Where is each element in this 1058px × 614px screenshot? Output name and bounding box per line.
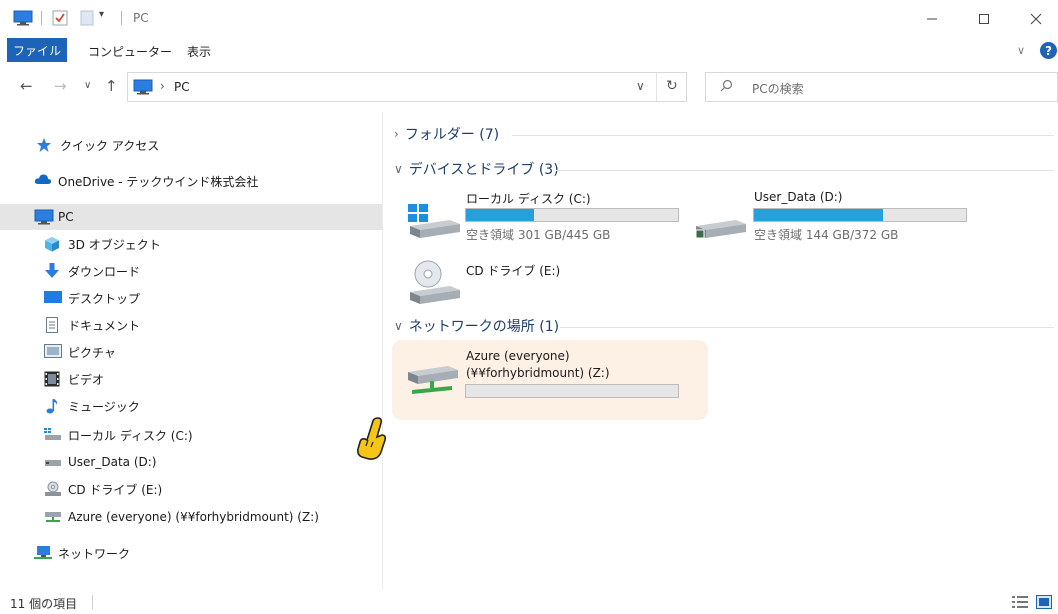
- search-icon: [720, 79, 733, 96]
- music-icon: [44, 398, 62, 414]
- drive-name: CD ドライブ (E:): [466, 264, 561, 278]
- drive-usage-bar: [753, 208, 967, 222]
- group-header-folders[interactable]: › フォルダー (7): [394, 124, 499, 144]
- cd-drive-icon: [406, 258, 462, 309]
- help-icon[interactable]: ?: [1040, 42, 1057, 59]
- sidebar-item-quick-access[interactable]: クイック アクセス: [0, 132, 382, 158]
- maximize-icon: [979, 14, 989, 24]
- divider: [560, 327, 1054, 328]
- star-icon: [36, 137, 54, 153]
- drive-free-space: 空き領域 144 GB/372 GB: [754, 228, 899, 242]
- status-bar: 11 個の項目: [0, 590, 1058, 614]
- drive-tile-d[interactable]: User_Data (D:) 空き領域 144 GB/372 GB: [692, 188, 992, 244]
- local-disk-icon: [44, 427, 62, 443]
- details-view-icon[interactable]: [1012, 595, 1028, 609]
- new-folder-icon[interactable]: [79, 10, 95, 29]
- search-input[interactable]: PCの検索: [752, 80, 804, 97]
- maximize-button[interactable]: [962, 0, 1006, 38]
- drive-usage-fill: [466, 209, 534, 221]
- close-button[interactable]: [1014, 0, 1058, 38]
- tab-file[interactable]: ファイル: [7, 38, 67, 62]
- sidebar-item-onedrive[interactable]: OneDrive - テックウインド株式会社: [0, 168, 382, 194]
- drive-name: ローカル ディスク (C:): [466, 192, 591, 206]
- drive-free-space: 空き領域 301 GB/445 GB: [466, 228, 611, 242]
- network-location-path: (¥¥forhybridmount) (Z:): [466, 366, 610, 380]
- sidebar-item-pictures[interactable]: ピクチャ: [0, 339, 382, 365]
- sidebar-item-user-data-d[interactable]: User_Data (D:): [0, 449, 382, 475]
- picture-icon: [44, 344, 62, 360]
- navigation-bar: ← → ∨ ↑ › PC ∨ ↻ PCの検索: [0, 68, 1058, 108]
- properties-icon[interactable]: [52, 10, 68, 29]
- download-icon: [44, 263, 62, 279]
- drive-icon: [692, 206, 748, 245]
- sidebar-item-3d-objects[interactable]: 3D オブジェクト: [0, 231, 382, 257]
- sidebar-item-network[interactable]: ネットワーク: [0, 540, 382, 566]
- chevron-down-icon: ∨: [394, 162, 403, 176]
- sidebar-item-azure-z[interactable]: Azure (everyone) (¥¥forhybridmount) (Z:): [0, 504, 382, 530]
- breadcrumb-pc[interactable]: PC: [174, 80, 190, 94]
- drive-tile-e[interactable]: CD ドライブ (E:): [406, 258, 606, 308]
- minimize-button[interactable]: [910, 0, 954, 38]
- sidebar-item-music[interactable]: ミュージック: [0, 393, 382, 419]
- document-icon: [44, 317, 62, 333]
- back-button[interactable]: ←: [20, 77, 33, 95]
- cube-icon: [44, 236, 62, 252]
- network-drive-icon: [404, 358, 460, 401]
- computer-icon: [34, 209, 54, 225]
- address-bar[interactable]: › PC ∨ ↻: [127, 72, 687, 102]
- computer-icon: [133, 79, 153, 98]
- ribbon: ファイル コンピューター 表示 ∨ ?: [0, 38, 1058, 64]
- chevron-down-icon: ∨: [394, 319, 403, 333]
- pointer-hand-icon: [354, 416, 388, 462]
- large-icons-view-icon[interactable]: [1036, 595, 1052, 609]
- refresh-button[interactable]: ↻: [666, 78, 678, 94]
- group-header-network[interactable]: ∨ ネットワークの場所 (1): [394, 316, 559, 336]
- search-box[interactable]: PCの検索: [705, 72, 1058, 102]
- minimize-icon: [927, 18, 937, 20]
- sidebar-item-desktop[interactable]: デスクトップ: [0, 285, 382, 311]
- network-location-tile[interactable]: Azure (everyone) (¥¥forhybridmount) (Z:): [392, 340, 708, 420]
- group-header-devices[interactable]: ∨ デバイスとドライブ (3): [394, 159, 559, 179]
- drive-usage-bar: [465, 384, 679, 398]
- cloud-icon: [34, 173, 52, 189]
- tab-computer[interactable]: コンピューター: [88, 43, 172, 60]
- drive-name: User_Data (D:): [754, 190, 843, 204]
- sidebar-item-videos[interactable]: ビデオ: [0, 366, 382, 392]
- recent-locations-button[interactable]: ∨: [84, 80, 91, 91]
- sidebar-item-local-disk-c[interactable]: ローカル ディスク (C:): [0, 422, 382, 448]
- expand-ribbon-icon[interactable]: ∨: [1017, 44, 1025, 57]
- drive-usage-bar: [465, 208, 679, 222]
- video-icon: [44, 371, 62, 387]
- local-disk-icon: [406, 200, 462, 243]
- sidebar-item-cd-drive-e[interactable]: CD ドライブ (E:): [0, 476, 382, 502]
- title-bar: ▾ PC: [0, 0, 1058, 38]
- up-button[interactable]: ↑: [105, 77, 118, 95]
- tab-view[interactable]: 表示: [187, 43, 211, 60]
- drive-icon: [44, 454, 62, 470]
- divider: [512, 135, 1054, 136]
- network-drive-icon: [44, 509, 62, 525]
- cd-drive-icon: [44, 481, 62, 497]
- close-icon: [1030, 13, 1042, 25]
- navigation-pane: クイック アクセス OneDrive - テックウインド株式会社 PC 3D オ…: [0, 112, 383, 590]
- sidebar-item-documents[interactable]: ドキュメント: [0, 312, 382, 338]
- divider: [556, 170, 1054, 171]
- customize-quick-access-icon[interactable]: ▾: [99, 9, 104, 20]
- drive-usage-fill: [754, 209, 884, 221]
- drive-tile-c[interactable]: ローカル ディスク (C:) 空き領域 301 GB/445 GB: [406, 188, 696, 244]
- window-title: PC: [133, 11, 149, 25]
- computer-icon[interactable]: [13, 10, 33, 29]
- sidebar-item-pc[interactable]: PC: [0, 204, 382, 230]
- breadcrumb-separator[interactable]: ›: [160, 79, 165, 93]
- sidebar-item-downloads[interactable]: ダウンロード: [0, 258, 382, 284]
- network-location-name: Azure (everyone): [466, 349, 570, 363]
- item-count: 11 個の項目: [10, 597, 78, 611]
- forward-button[interactable]: →: [54, 77, 67, 95]
- network-icon: [34, 545, 52, 561]
- desktop-icon: [44, 290, 62, 306]
- address-dropdown-button[interactable]: ∨: [636, 79, 645, 93]
- content-pane: › フォルダー (7) ∨ デバイスとドライブ (3) ローカル ディスク (C…: [384, 112, 1058, 590]
- chevron-right-icon: ›: [394, 127, 399, 141]
